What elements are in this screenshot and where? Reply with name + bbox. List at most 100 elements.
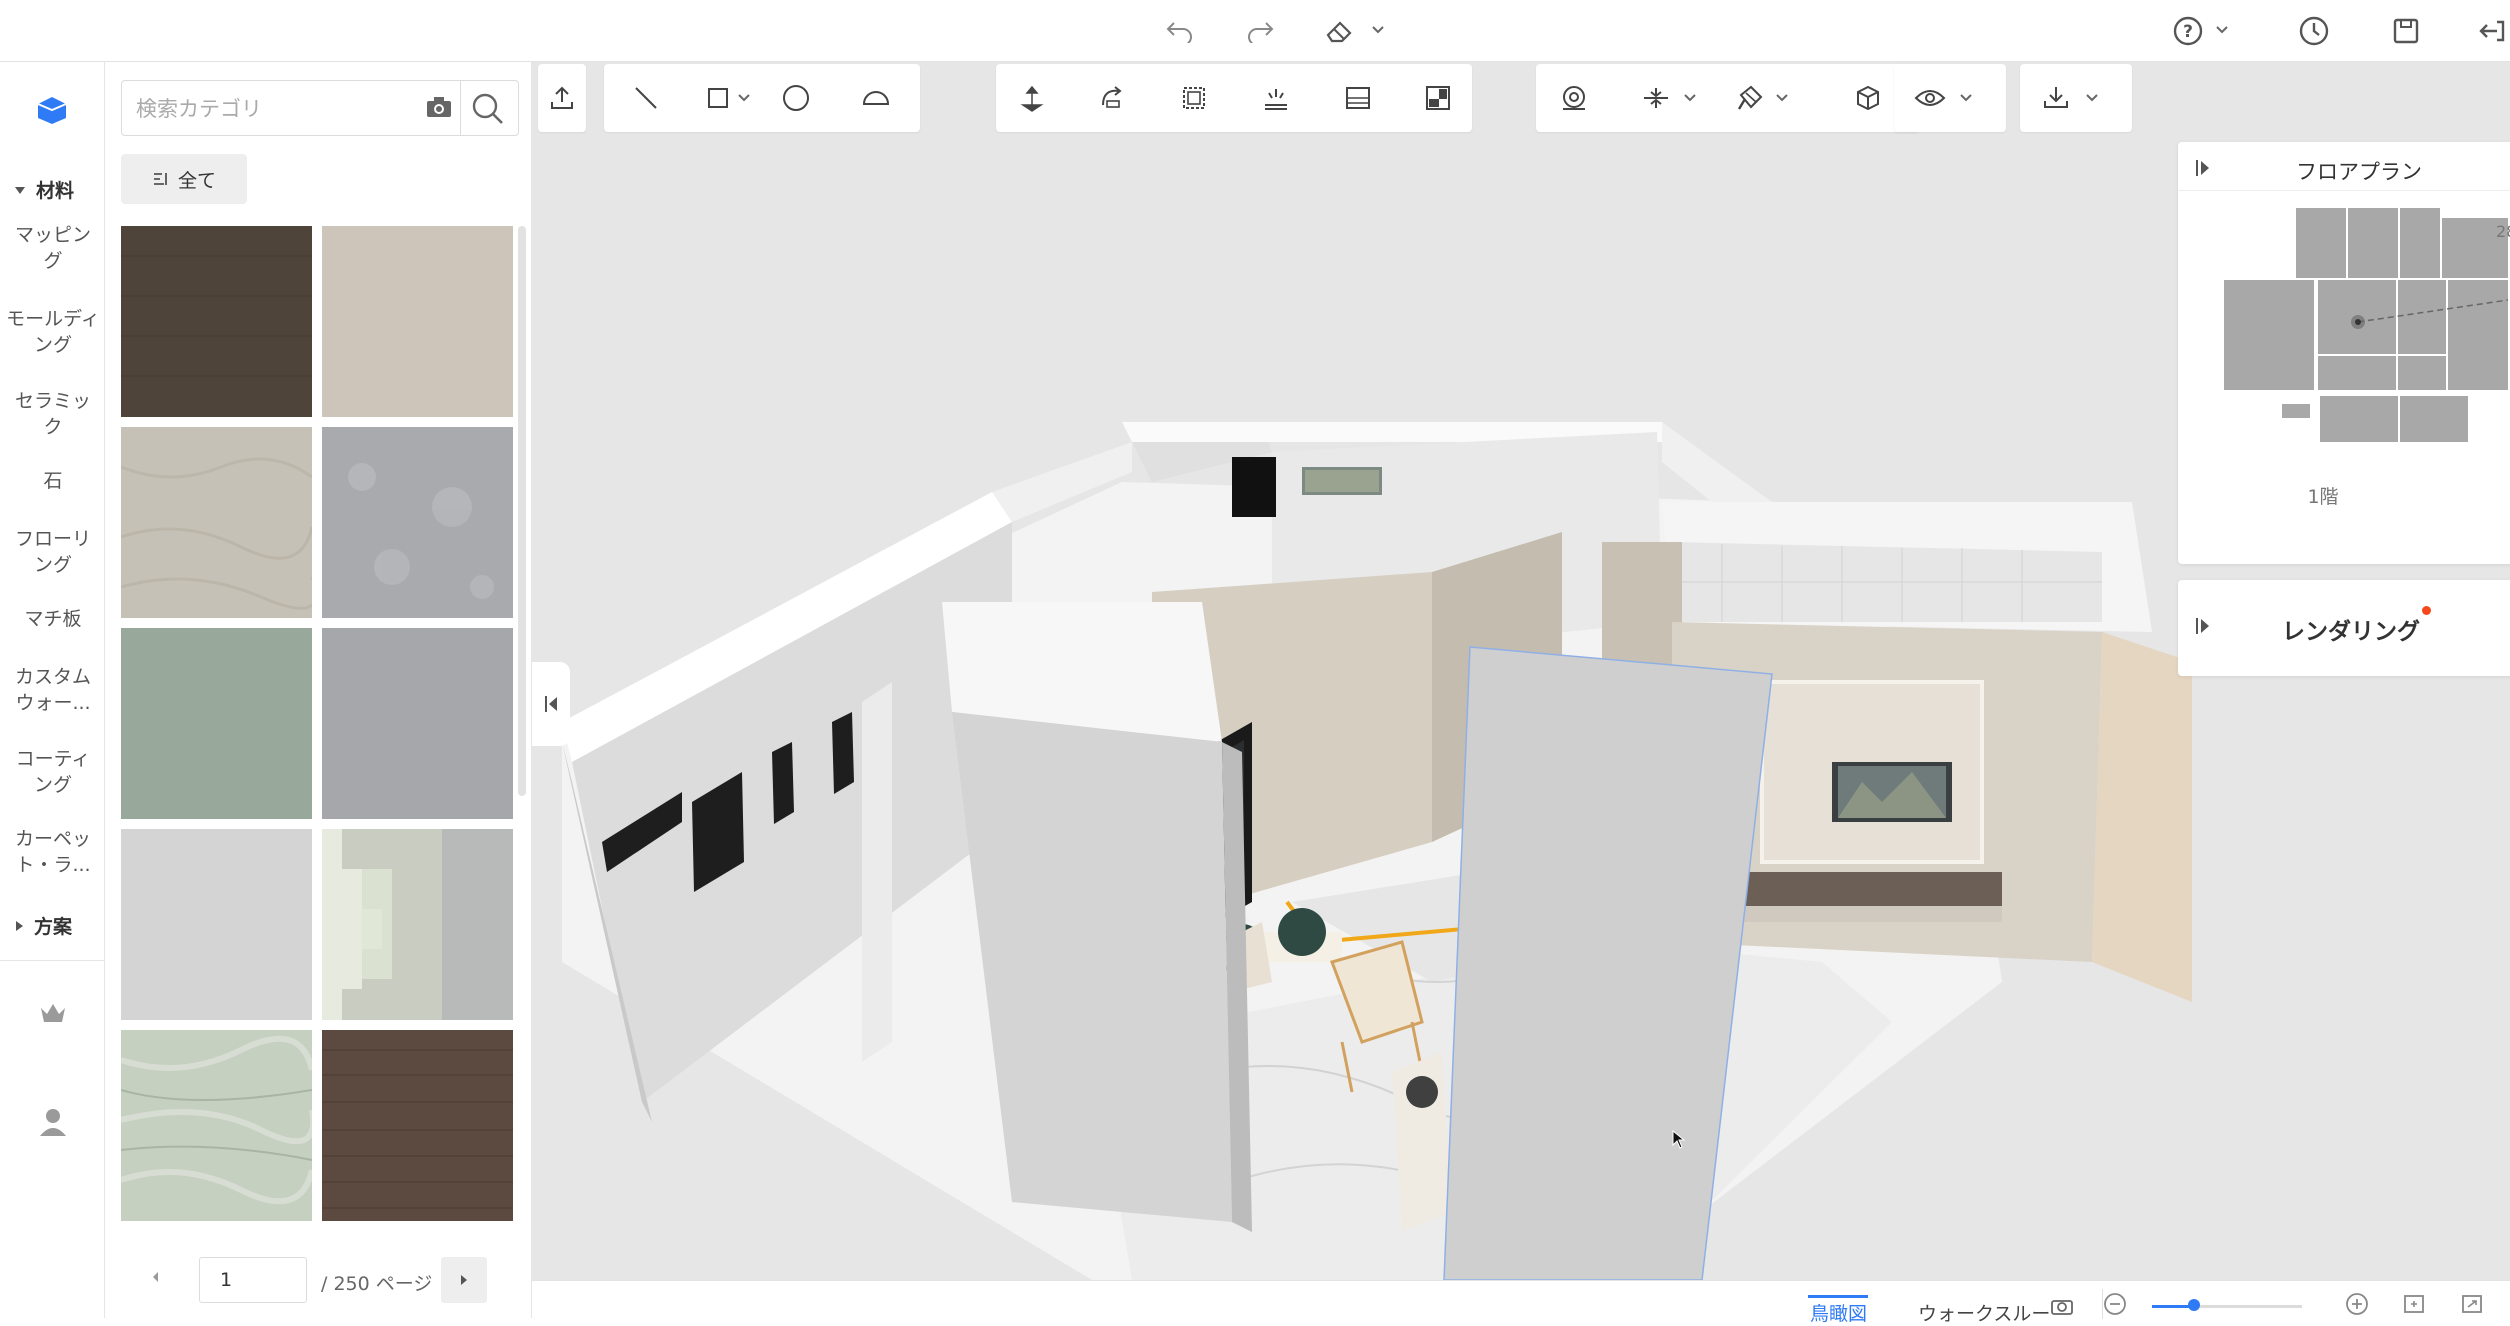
cube-icon[interactable] — [1848, 78, 1888, 118]
view-dropdown-chevron-icon[interactable] — [1958, 90, 1974, 106]
download-icon[interactable] — [2036, 78, 2076, 118]
rendering-title[interactable]: レンダリング — [2282, 612, 2420, 646]
walkthrough-view-tab[interactable]: ウォークスルー — [1918, 1299, 2050, 1326]
eye-icon[interactable] — [1910, 78, 1950, 118]
material-tile-dark-wood[interactable] — [121, 226, 312, 417]
rail-item-carpet[interactable]: カーペッ ト・ラ... — [6, 826, 100, 878]
rectangle-icon[interactable] — [698, 78, 738, 118]
birdseye-active-underline — [1808, 1295, 1868, 1298]
floor-plan-divider — [2178, 190, 2510, 191]
zoom-in-icon[interactable] — [2344, 1291, 2370, 1317]
rail-item-coating[interactable]: コーティ ング — [6, 746, 100, 798]
rail-item-custom-wall[interactable]: カスタム ウォー... — [6, 664, 100, 716]
pagination: / 250 ページ — [105, 1257, 532, 1307]
crown-icon[interactable] — [38, 1000, 68, 1028]
materials-section-header[interactable]: 材料 — [14, 176, 74, 203]
rail-item-machi-board[interactable]: マチ板 — [6, 606, 100, 632]
camera-icon[interactable] — [424, 93, 454, 121]
arc-icon[interactable] — [856, 78, 896, 118]
rail-item-flooring[interactable]: フローリ ング — [6, 526, 100, 578]
rendering-notification-dot — [2422, 606, 2431, 615]
align-dropdown-chevron-icon[interactable] — [1682, 90, 1698, 106]
save-icon[interactable] — [2388, 13, 2424, 49]
material-tile-gray-beige-stone[interactable] — [121, 427, 312, 618]
circle-icon[interactable] — [776, 78, 816, 118]
svg-text:?: ? — [2183, 22, 2193, 42]
fit-view-icon[interactable] — [2402, 1293, 2426, 1315]
tool-group-edit — [996, 64, 1472, 132]
caret-right-icon — [16, 920, 23, 931]
search-icon[interactable] — [470, 91, 506, 127]
material-catalog-panel: 全て / 250 ページ — [105, 62, 532, 1318]
rail-item-stone[interactable]: 石 — [6, 468, 100, 494]
mouse-cursor-icon — [1672, 1130, 1686, 1149]
redo-icon[interactable] — [1242, 13, 1278, 49]
filter-all-button[interactable]: 全て — [121, 154, 247, 204]
filter-list-icon — [153, 173, 167, 185]
eraser-dropdown-chevron-icon[interactable] — [1368, 20, 1388, 40]
material-tile-light-gray[interactable] — [121, 829, 312, 1020]
measure-icon[interactable] — [1554, 78, 1594, 118]
fullscreen-icon[interactable] — [2460, 1293, 2484, 1315]
rail-divider — [0, 960, 105, 961]
help-icon[interactable]: ? — [2170, 13, 2206, 49]
material-tile-white-green-pattern[interactable] — [322, 829, 513, 1020]
panel-icon[interactable] — [1338, 78, 1378, 118]
floor-plan-title: フロアプラン — [2296, 160, 2422, 184]
zoom-out-icon[interactable] — [2102, 1291, 2128, 1317]
user-avatar-icon[interactable] — [38, 1106, 68, 1138]
collapse-left-icon — [545, 696, 557, 712]
page-number-input[interactable] — [199, 1257, 307, 1303]
expand-panel-icon[interactable] — [2194, 158, 2212, 178]
move-icon[interactable] — [1012, 78, 1052, 118]
light-icon[interactable] — [1256, 78, 1296, 118]
zoom-slider-thumb[interactable] — [2188, 1299, 2200, 1311]
next-page-icon — [461, 1275, 467, 1285]
material-tile-sage-green[interactable] — [121, 628, 312, 819]
tool-group-measure — [1536, 64, 1920, 132]
material-tile-beige-plaster[interactable] — [322, 226, 513, 417]
tool-group-view — [1894, 64, 2006, 132]
help-dropdown-chevron-icon[interactable] — [2212, 20, 2232, 40]
plans-section-header[interactable]: 方案 — [14, 912, 72, 939]
expand-render-icon[interactable] — [2194, 616, 2212, 636]
upload-icon[interactable] — [542, 78, 582, 118]
top-bar: ? — [0, 0, 2510, 62]
camera-view-icon[interactable] — [2050, 1295, 2074, 1315]
rail-item-ceramic[interactable]: セラミッ ク — [6, 388, 100, 440]
clock-icon[interactable] — [2296, 13, 2332, 49]
collapse-panel-handle[interactable] — [532, 662, 570, 746]
rectangle-dropdown-chevron-icon[interactable] — [736, 90, 752, 106]
line-icon[interactable] — [626, 78, 666, 118]
paint-dropdown-chevron-icon[interactable] — [1774, 90, 1790, 106]
search-input[interactable] — [134, 91, 398, 127]
birdseye-view-tab[interactable]: 鳥瞰図 — [1810, 1299, 1867, 1326]
material-tile-mid-gray[interactable] — [322, 628, 513, 819]
split-icon[interactable] — [1418, 78, 1458, 118]
eraser-icon[interactable] — [1322, 13, 1358, 49]
material-tile-green-marble[interactable] — [121, 1030, 312, 1221]
caret-down-icon — [15, 186, 25, 194]
search-divider — [460, 81, 461, 135]
page-total-label: / 250 ページ — [321, 1273, 433, 1295]
download-dropdown-chevron-icon[interactable] — [2084, 90, 2100, 106]
exit-icon[interactable] — [2474, 13, 2510, 49]
material-cube-icon[interactable] — [32, 92, 72, 128]
paint-icon[interactable] — [1730, 78, 1770, 118]
floor-plan-minimap[interactable] — [2178, 200, 2508, 450]
rotate-icon[interactable] — [1092, 78, 1132, 118]
material-tile-gray-concrete[interactable] — [322, 427, 513, 618]
floor-selector[interactable]: 1階 — [2178, 482, 2510, 509]
material-tile-walnut-wood[interactable] — [322, 1030, 513, 1221]
catalog-scrollbar[interactable] — [518, 226, 526, 796]
rail-item-molding[interactable]: モールディ ング — [6, 306, 100, 358]
next-page-button[interactable] — [441, 1257, 487, 1303]
undo-icon[interactable] — [1162, 13, 1198, 49]
tool-group-download — [2020, 64, 2132, 132]
rail-item-mapping[interactable]: マッピン グ — [6, 222, 100, 274]
filter-all-label: 全て — [177, 169, 216, 192]
align-icon[interactable] — [1636, 78, 1676, 118]
prev-page-icon[interactable] — [149, 1269, 161, 1285]
floor-plan-panel: フロアプラン 28 1階 — [2178, 142, 2510, 564]
select-area-icon[interactable] — [1174, 78, 1214, 118]
